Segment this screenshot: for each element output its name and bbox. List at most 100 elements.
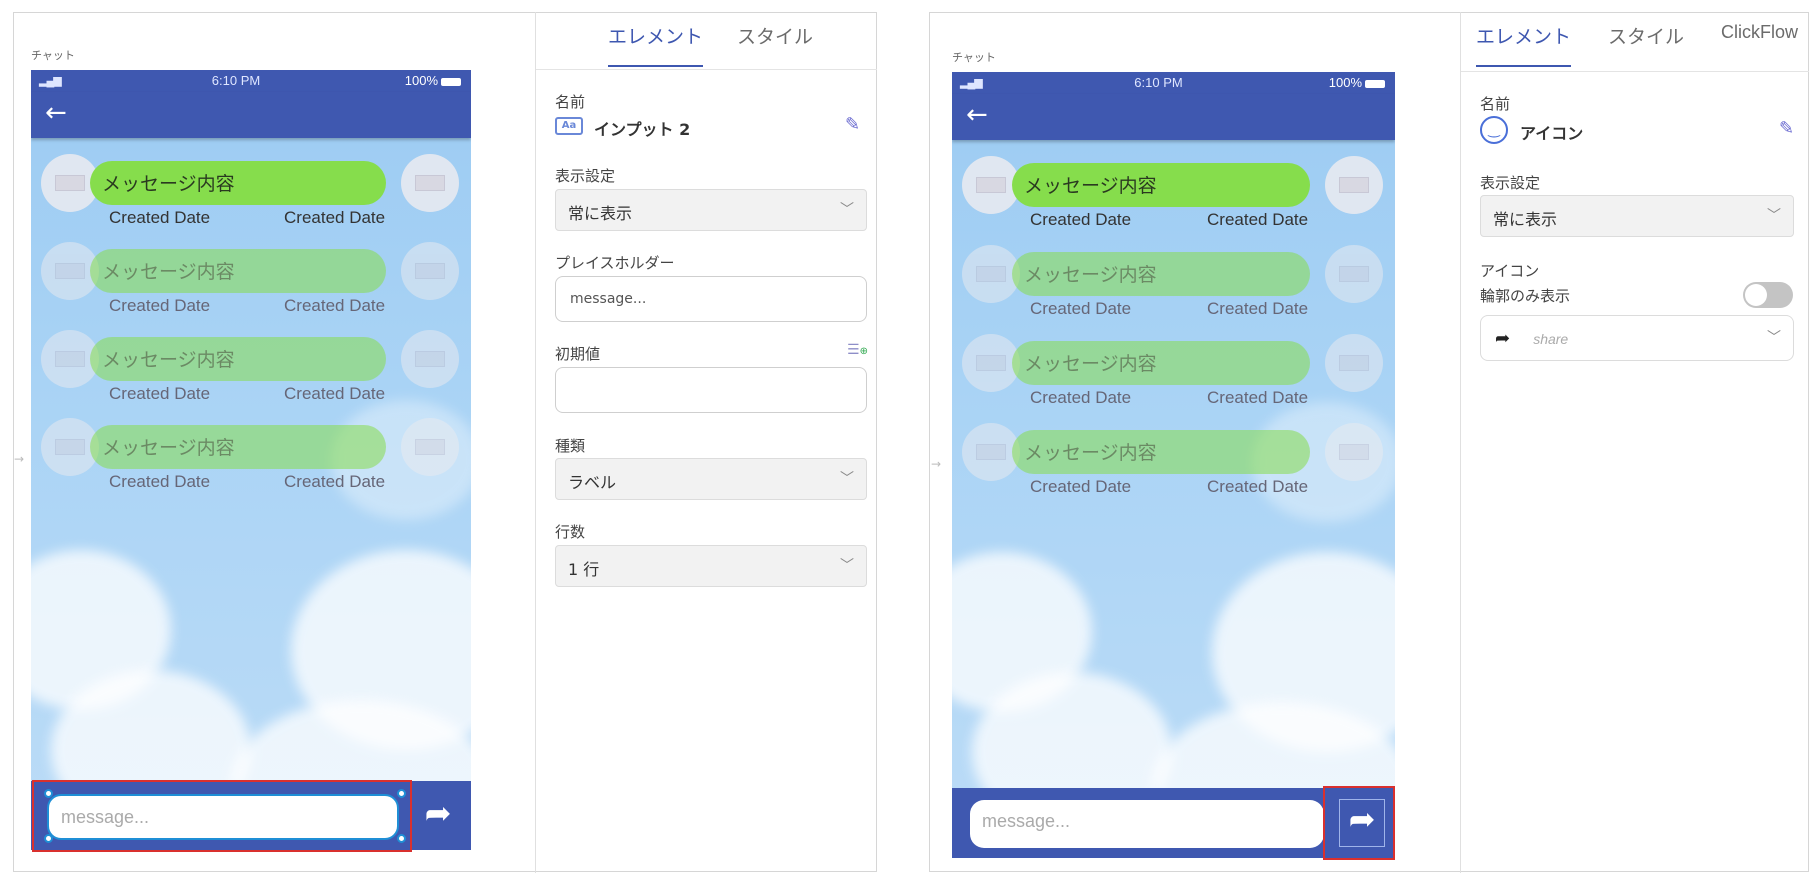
- created-date: Created Date: [284, 384, 386, 403]
- display-select[interactable]: 常に表示 ﹀: [555, 189, 867, 231]
- chevron-down-icon: ﹀: [1767, 330, 1781, 346]
- phone-preview[interactable]: ▂▄▆ 6:10 PM 100% ← メッセージ内容 Created Date …: [31, 70, 471, 850]
- list-item[interactable]: メッセージ内容 Created Date Created Date: [31, 242, 471, 327]
- image-placeholder-icon: [55, 263, 85, 279]
- arrow-left-icon[interactable]: ←: [45, 98, 67, 128]
- screen-label: チャット: [952, 51, 996, 64]
- list-item[interactable]: メッセージ内容 Created Date Created Date: [31, 330, 471, 415]
- image-placeholder-icon: [1339, 444, 1369, 460]
- selection-outline: [1323, 786, 1395, 860]
- created-date: Created Date: [109, 472, 211, 491]
- message-bubble: メッセージ内容: [90, 337, 386, 381]
- add-data-icon[interactable]: ☰⊕: [847, 342, 868, 358]
- status-bar: ▂▄▆ 6:10 PM 100%: [31, 70, 471, 92]
- smiley-icon: ‿: [1480, 116, 1508, 144]
- pencil-icon[interactable]: ✎: [845, 114, 860, 135]
- outline-toggle[interactable]: [1743, 282, 1793, 308]
- created-date: Created Date: [109, 384, 211, 403]
- icon-select[interactable]: ➦ share ﹀: [1480, 315, 1794, 361]
- status-bar: ▂▄▆ 6:10 PM 100%: [952, 72, 1395, 94]
- list-item[interactable]: メッセージ内容 Created Date Created Date: [952, 245, 1395, 330]
- pencil-icon[interactable]: ✎: [1779, 118, 1794, 139]
- image-placeholder-icon: [976, 444, 1006, 460]
- message-input[interactable]: message...: [970, 800, 1324, 848]
- flow-arrow-icon: →: [14, 452, 25, 466]
- tab-style[interactable]: スタイル: [737, 22, 813, 65]
- message-bubble: メッセージ内容: [90, 425, 386, 469]
- inspector-tabs: エレメント スタイル ClickFlow: [1461, 12, 1809, 72]
- image-placeholder-icon: [976, 266, 1006, 282]
- created-date: Created Date: [109, 296, 211, 315]
- resize-handle[interactable]: [397, 834, 406, 843]
- image-placeholder-icon: [415, 439, 445, 455]
- image-placeholder-icon: [415, 263, 445, 279]
- selection-outline: [32, 780, 412, 852]
- inspector-tabs: エレメント スタイル: [536, 12, 877, 70]
- message-bubble: メッセージ内容: [1012, 252, 1310, 296]
- chevron-down-icon: ﹀: [840, 202, 854, 218]
- app-header: ←: [31, 92, 471, 138]
- created-date: Created Date: [1030, 210, 1132, 229]
- display-label: 表示設定: [1480, 174, 1541, 192]
- list-item[interactable]: メッセージ内容 Created Date Created Date: [31, 154, 471, 239]
- message-bubble: メッセージ内容: [90, 249, 386, 293]
- avatar: [1325, 423, 1383, 481]
- message-bubble: メッセージ内容: [1012, 430, 1310, 474]
- placeholder-label: プレイスホルダー: [555, 254, 675, 272]
- avatar: [1325, 334, 1383, 392]
- avatar: [401, 418, 459, 476]
- list-item[interactable]: メッセージ内容 Created Date Created Date: [31, 418, 471, 503]
- list-item[interactable]: メッセージ内容 Created Date Created Date: [952, 156, 1395, 241]
- created-date: Created Date: [1207, 388, 1309, 407]
- message-bubble: メッセージ内容: [1012, 341, 1310, 385]
- created-date: Created Date: [1207, 210, 1309, 229]
- image-placeholder-icon: [976, 355, 1006, 371]
- property-inspector: エレメント スタイル 名前 Aa インプット 2 ✎ 表示設定 常に表示 ﹀ プレ…: [535, 12, 877, 873]
- resize-handle[interactable]: [44, 834, 53, 843]
- avatar: [401, 154, 459, 212]
- tab-element[interactable]: エレメント: [1476, 22, 1572, 67]
- lines-select[interactable]: 1 行 ﹀: [555, 545, 867, 587]
- initial-value-input[interactable]: [555, 367, 867, 413]
- avatar: [1325, 156, 1383, 214]
- placeholder-input[interactable]: message...: [555, 276, 867, 322]
- type-label: 種類: [555, 437, 586, 455]
- share-icon[interactable]: ➦: [413, 794, 463, 840]
- image-placeholder-icon: [55, 175, 85, 191]
- created-date: Created Date: [284, 296, 386, 315]
- avatar: [1325, 245, 1383, 303]
- status-time: 6:10 PM: [211, 73, 261, 88]
- battery-indicator: 100%: [405, 73, 461, 88]
- created-date: Created Date: [284, 472, 386, 491]
- created-date: Created Date: [1030, 388, 1132, 407]
- chevron-down-icon: ﹀: [840, 558, 854, 574]
- property-inspector: エレメント スタイル ClickFlow 名前 ‿ アイコン ✎ 表示設定 常に…: [1460, 12, 1809, 873]
- resize-handle[interactable]: [44, 789, 53, 798]
- display-label: 表示設定: [555, 167, 616, 185]
- chevron-down-icon: ﹀: [840, 471, 854, 487]
- list-item[interactable]: メッセージ内容 Created Date Created Date: [952, 334, 1395, 419]
- arrow-left-icon[interactable]: ←: [966, 100, 988, 130]
- type-select[interactable]: ラベル ﹀: [555, 458, 867, 500]
- phone-preview[interactable]: ▂▄▆ 6:10 PM 100% ← メッセージ内容 Created Date …: [952, 72, 1395, 858]
- image-placeholder-icon: [1339, 266, 1369, 282]
- app-header: ←: [952, 94, 1395, 140]
- resize-handle[interactable]: [397, 789, 406, 798]
- screen-label: チャット: [31, 49, 75, 62]
- initial-value-label: 初期値: [555, 345, 601, 363]
- created-date: Created Date: [1207, 299, 1309, 318]
- tab-clickflow[interactable]: ClickFlow: [1721, 22, 1798, 59]
- created-date: Created Date: [1207, 477, 1309, 496]
- message-bubble: メッセージ内容: [90, 161, 386, 205]
- avatar: [401, 242, 459, 300]
- element-name: アイコン: [1520, 124, 1584, 143]
- tab-style[interactable]: スタイル: [1608, 22, 1684, 65]
- image-placeholder-icon: [415, 175, 445, 191]
- display-select[interactable]: 常に表示 ﹀: [1480, 195, 1794, 237]
- battery-icon: [441, 77, 461, 86]
- image-placeholder-icon: [55, 439, 85, 455]
- tab-element[interactable]: エレメント: [608, 22, 704, 67]
- battery-icon: [1365, 79, 1385, 88]
- chevron-down-icon: ﹀: [1767, 208, 1781, 224]
- list-item[interactable]: メッセージ内容 Created Date Created Date: [952, 423, 1395, 508]
